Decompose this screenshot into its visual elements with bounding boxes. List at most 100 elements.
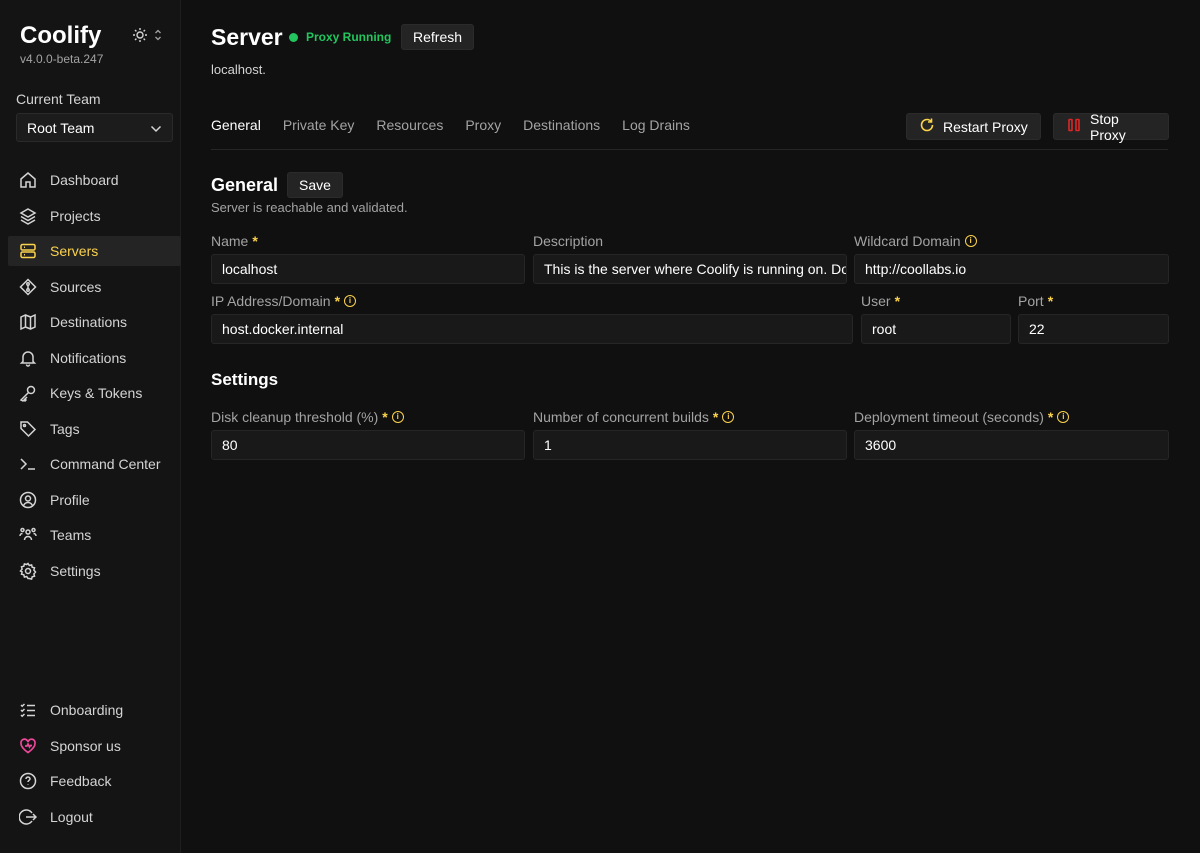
layers-icon (18, 206, 38, 226)
tab-resources[interactable]: Resources (376, 117, 443, 133)
settings-heading: Settings (211, 370, 279, 389)
sidebar-item-notifications[interactable]: Notifications (8, 343, 181, 373)
tab-private-key[interactable]: Private Key (283, 117, 355, 133)
wildcard-domain-label: Wildcard Domain i (854, 233, 977, 249)
wildcard-domain-input[interactable]: http://coollabs.io (854, 254, 1169, 284)
sidebar-item-label: Teams (50, 527, 92, 543)
required-mark: * (712, 409, 719, 425)
checklist-icon (18, 700, 38, 720)
server-validated-text: Server is reachable and validated. (211, 200, 408, 215)
sidebar-item-sources[interactable]: Sources (8, 272, 181, 302)
name-input[interactable]: localhost (211, 254, 525, 284)
refresh-button[interactable]: Refresh (401, 24, 475, 50)
sidebar-item-onboarding[interactable]: Onboarding (8, 695, 181, 725)
tab-destinations[interactable]: Destinations (523, 117, 600, 133)
sidebar-item-label: Projects (50, 207, 101, 224)
ip-label-text: IP Address/Domain (211, 293, 331, 309)
save-button[interactable]: Save (287, 172, 343, 198)
user-input[interactable]: root (861, 314, 1011, 344)
name-label-text: Name (211, 233, 249, 249)
sidebar-item-sponsor[interactable]: Sponsor us (8, 731, 181, 761)
sidebar-item-label: Logout (50, 808, 93, 825)
theme-toggle[interactable] (132, 27, 168, 45)
sidebar-item-label: Onboarding (50, 702, 124, 718)
sidebar-item-settings[interactable]: Settings (8, 556, 181, 586)
sun-icon (132, 27, 148, 46)
sidebar-item-dashboard[interactable]: Dashboard (8, 165, 181, 195)
sidebar-item-tags[interactable]: Tags (8, 414, 181, 444)
current-team-label: Current Team (16, 91, 101, 107)
sidebar-item-servers[interactable]: Servers (8, 236, 181, 266)
description-label: Description (533, 233, 603, 249)
tag-icon (18, 419, 38, 439)
sidebar-item-label: Sponsor us (50, 737, 121, 754)
required-mark: * (334, 293, 341, 309)
disk-cleanup-input[interactable]: 80 (211, 430, 525, 460)
restart-proxy-label: Restart Proxy (943, 118, 1028, 135)
sidebar-bottom-nav: Onboarding Sponsor us Feedback Logout (8, 695, 181, 837)
required-mark: * (1047, 409, 1054, 425)
destination-icon (18, 312, 38, 332)
sidebar-item-label: Dashboard (50, 172, 119, 188)
chevron-updown-icon (154, 28, 162, 44)
port-input[interactable]: 22 (1018, 314, 1169, 344)
terminal-icon (18, 454, 38, 474)
required-mark: * (382, 409, 388, 425)
timeout-label-text: Deployment timeout (seconds) (854, 409, 1044, 425)
wildcard-label-text: Wildcard Domain (854, 233, 961, 249)
name-label: Name * (211, 233, 258, 249)
ip-address-label: IP Address/Domain * i (211, 293, 357, 309)
sidebar-item-destinations[interactable]: Destinations (8, 307, 181, 337)
sidebar-item-logout[interactable]: Logout (8, 802, 181, 832)
required-mark: * (894, 293, 901, 309)
server-tabs: General Private Key Resources Proxy Dest… (211, 117, 690, 133)
builds-label-text: Number of concurrent builds (533, 409, 709, 425)
required-mark: * (1047, 293, 1054, 309)
sidebar-item-label: Servers (50, 243, 99, 259)
sidebar-item-command-center[interactable]: Command Center (8, 449, 181, 479)
deployment-timeout-label: Deployment timeout (seconds) * i (854, 409, 1070, 425)
app-logo[interactable]: Coolify (20, 22, 101, 50)
sidebar-item-label: Keys & Tokens (50, 385, 143, 401)
description-label-text: Description (533, 233, 604, 249)
proxy-status: Proxy Running (306, 30, 392, 44)
sidebar-item-label: Settings (50, 562, 101, 579)
tab-proxy[interactable]: Proxy (465, 117, 501, 133)
required-mark: * (252, 233, 258, 249)
sidebar-item-projects[interactable]: Projects (8, 201, 181, 231)
info-icon[interactable]: i (1057, 411, 1070, 423)
tab-general[interactable]: General (211, 117, 261, 133)
user-icon (18, 490, 38, 510)
logout-icon (18, 807, 38, 827)
key-icon (18, 383, 38, 403)
sidebar-item-teams[interactable]: Teams (8, 520, 181, 550)
restart-icon (919, 117, 935, 136)
deployment-timeout-input[interactable]: 3600 (854, 430, 1169, 460)
info-icon[interactable]: i (344, 295, 357, 307)
sidebar-item-keys-tokens[interactable]: Keys & Tokens (8, 378, 181, 408)
sidebar-item-feedback[interactable]: Feedback (8, 766, 181, 796)
port-label-text: Port (1018, 293, 1044, 309)
team-select-value: Root Team (27, 119, 95, 136)
page-title: Server (211, 24, 283, 50)
sidebar-item-label: Notifications (50, 349, 127, 366)
info-icon[interactable]: i (391, 411, 404, 423)
git-icon (18, 277, 38, 297)
info-icon[interactable]: i (964, 235, 977, 247)
chevron-down-icon (150, 120, 162, 136)
sidebar-item-label: Sources (50, 278, 102, 295)
server-subtitle: localhost. (211, 62, 266, 77)
team-select[interactable]: Root Team (16, 113, 173, 142)
concurrent-builds-label: Number of concurrent builds * i (533, 409, 735, 425)
sidebar-item-profile[interactable]: Profile (8, 485, 181, 515)
status-dot (289, 33, 298, 42)
stop-proxy-button[interactable]: Stop Proxy (1053, 111, 1169, 143)
tab-log-drains[interactable]: Log Drains (622, 117, 690, 133)
ip-address-input[interactable]: host.docker.internal (211, 314, 853, 344)
concurrent-builds-input[interactable]: 1 (533, 430, 847, 460)
restart-proxy-button[interactable]: Restart Proxy (906, 113, 1041, 140)
sidebar-item-label: Command Center (50, 456, 161, 472)
sidebar-item-label: Feedback (50, 773, 112, 789)
info-icon[interactable]: i (722, 411, 735, 423)
description-input[interactable]: This is the server where Coolify is runn… (533, 254, 847, 284)
